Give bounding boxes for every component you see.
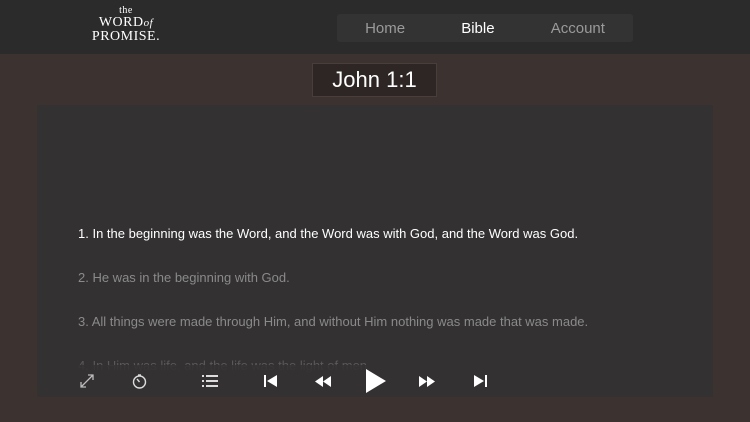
- verse-item[interactable]: 3. All things were made through Him, and…: [78, 314, 698, 329]
- top-bar: the WORDof PROMISE. Home Bible Account: [0, 0, 750, 54]
- expand-icon[interactable]: [79, 371, 95, 391]
- logo-line-word: WORDof: [86, 16, 166, 30]
- nav-tab-home[interactable]: Home: [365, 20, 405, 37]
- reader-panel: 1. In the beginning was the Word, and th…: [37, 105, 713, 397]
- list-icon[interactable]: [201, 371, 219, 391]
- timer-icon[interactable]: [131, 371, 147, 391]
- logo-word: WORD: [98, 15, 144, 30]
- skip-next-icon[interactable]: [472, 371, 488, 391]
- word-of-promise-logo[interactable]: the WORDof PROMISE.: [86, 6, 166, 48]
- fast-forward-icon[interactable]: [418, 371, 436, 391]
- nav-tab-bible[interactable]: Bible: [461, 20, 494, 37]
- nav-tab-account[interactable]: Account: [551, 20, 605, 37]
- chapter-reference[interactable]: John 1:1: [312, 63, 437, 97]
- skip-previous-icon[interactable]: [262, 371, 278, 391]
- verse-item[interactable]: 1. In the beginning was the Word, and th…: [78, 226, 698, 241]
- play-icon[interactable]: [364, 368, 388, 394]
- logo-of: of: [143, 17, 154, 29]
- logo-line-promise: PROMISE.: [91, 29, 161, 44]
- player-controls: [37, 365, 713, 397]
- main-nav: Home Bible Account: [337, 14, 633, 42]
- verse-item[interactable]: 2. He was in the beginning with God.: [78, 270, 698, 285]
- rewind-icon[interactable]: [314, 371, 332, 391]
